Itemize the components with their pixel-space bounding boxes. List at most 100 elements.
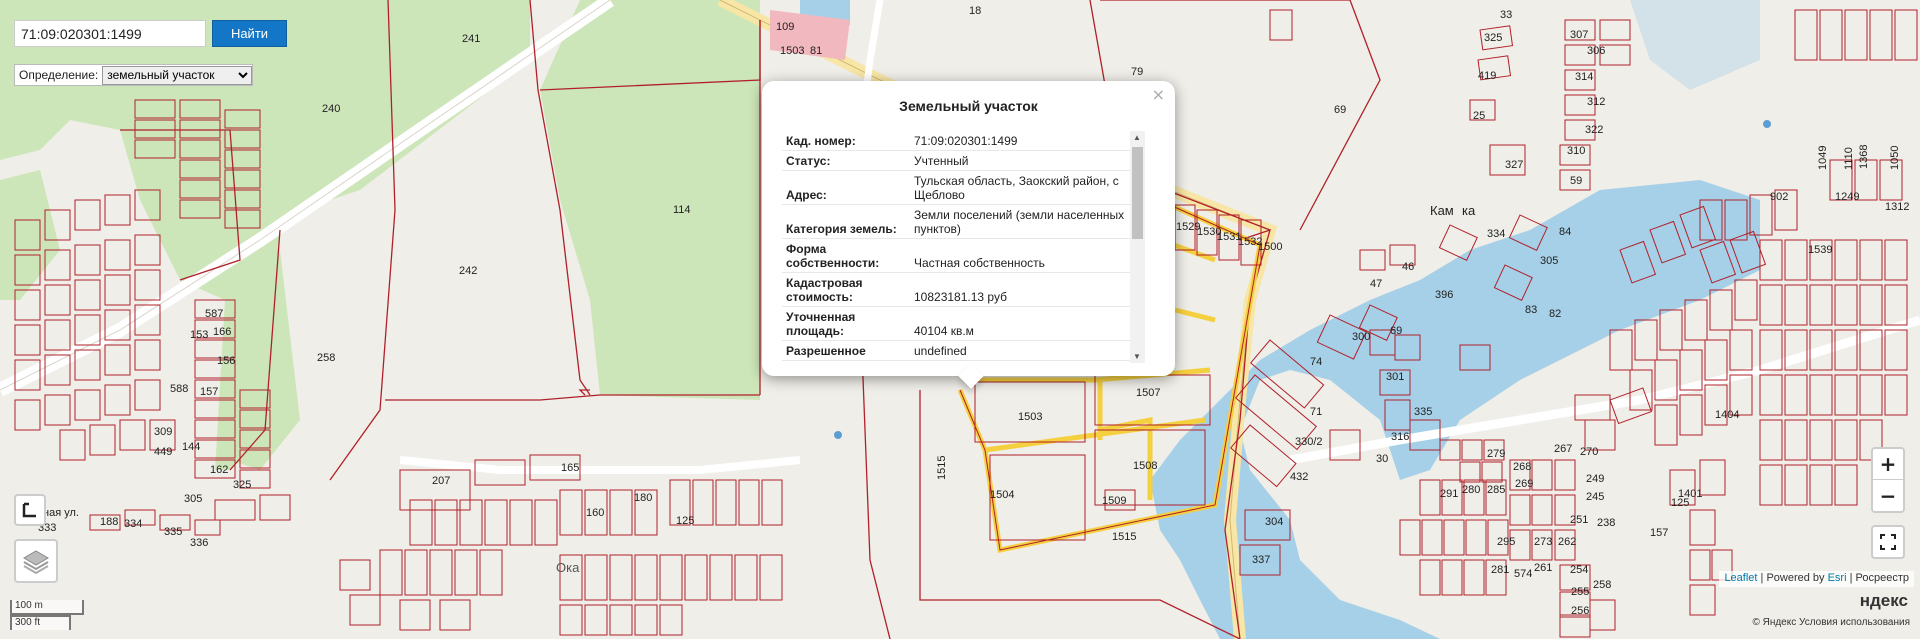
parcel-label: 588 xyxy=(170,383,188,395)
parcel-label: 156 xyxy=(217,355,235,367)
row-key: Кадастровая стоимость: xyxy=(782,272,910,307)
scroll-thumb[interactable] xyxy=(1132,147,1143,239)
parcel-label: 291 xyxy=(1440,488,1458,500)
definition-selector: Определение: земельный участок xyxy=(14,64,254,86)
parcel-label: 273 xyxy=(1534,536,1552,548)
parcel-label: 1503 xyxy=(780,45,804,57)
map-attribution: Leaflet | Powered by Esri | Росреестр xyxy=(1719,571,1914,587)
row-key: Адрес: xyxy=(782,170,910,205)
parcel-label: 335 xyxy=(164,526,182,538)
popup-scrollbar[interactable]: ▲ ▼ xyxy=(1130,131,1145,363)
parcel-label: 245 xyxy=(1586,491,1604,503)
parcel-label: 574 xyxy=(1514,568,1532,580)
cadastral-search-input[interactable] xyxy=(14,20,206,47)
table-row: Категория земель: Земли поселений (земли … xyxy=(782,204,1131,239)
row-value: 40104 кв.м xyxy=(910,306,1131,341)
parcel-label: 238 xyxy=(1597,517,1615,529)
yandex-logo: ндекс xyxy=(1859,591,1908,610)
parcel-label: 316 xyxy=(1391,431,1409,443)
parcel-label: 144 xyxy=(182,441,200,453)
parcel-popup: × Земельный участок Кад. номер: 71:09:020… xyxy=(762,81,1175,389)
parcel-label: 71 xyxy=(1310,406,1322,418)
scroll-down-icon[interactable]: ▼ xyxy=(1133,352,1141,361)
parcel-label: 280 xyxy=(1462,484,1480,496)
parcel-label: 256 xyxy=(1571,605,1589,617)
parcel-label: 1504 xyxy=(990,489,1014,501)
parcel-label: 125 xyxy=(676,515,694,527)
parcel-label: 47 xyxy=(1370,278,1382,290)
row-key: Кад. номер: xyxy=(782,131,910,151)
parcel-label: 1539 xyxy=(1808,244,1832,256)
row-key: Уточненная площадь: xyxy=(782,306,910,341)
row-key: Разрешенное xyxy=(782,340,910,361)
parcel-label: 81 xyxy=(810,45,822,57)
parcel-label: 162 xyxy=(210,464,228,476)
parcel-label: 46 xyxy=(1402,261,1414,273)
scroll-up-icon[interactable]: ▲ xyxy=(1133,133,1141,142)
parcel-label: 1110 xyxy=(1843,147,1855,170)
parcel-label: 325 xyxy=(1484,32,1502,44)
row-key: Категория земель: xyxy=(782,204,910,239)
parcel-label: 1509 xyxy=(1102,495,1126,507)
layers-icon[interactable] xyxy=(14,539,58,583)
parcel-label: 255 xyxy=(1571,586,1589,598)
parcel-label: 79 xyxy=(1131,66,1143,78)
parcel-label: 1404 xyxy=(1715,409,1739,421)
place-label: Ока xyxy=(556,560,580,575)
esri-link[interactable]: Esri xyxy=(1828,572,1847,584)
leaflet-link[interactable]: Leaflet xyxy=(1724,572,1757,584)
parcel-label: 1515 xyxy=(936,456,948,480)
square-draw-icon[interactable] xyxy=(14,494,46,526)
parcel-label: 305 xyxy=(1540,255,1558,267)
scale-imperial: 300 ft xyxy=(10,615,71,630)
fullscreen-icon[interactable] xyxy=(1871,525,1905,559)
parcel-label: 25 xyxy=(1473,110,1485,122)
parcel-label: 330/2 xyxy=(1295,436,1323,448)
parcel-label: 1312 xyxy=(1885,201,1909,213)
parcel-label: 83 xyxy=(1525,304,1537,316)
parcel-label: 207 xyxy=(432,475,450,487)
attribution-text: | Powered by xyxy=(1757,572,1828,584)
parcel-label: 153 xyxy=(190,329,208,341)
search-bar: Найти xyxy=(14,20,287,47)
table-row: Кад. номер: 71:09:020301:1499 xyxy=(782,131,1131,151)
parcel-label: 157 xyxy=(200,386,218,398)
parcel-label: 325 xyxy=(233,479,251,491)
parcel-label: 261 xyxy=(1534,562,1552,574)
table-row: Разрешенное undefined xyxy=(782,340,1131,361)
parcel-label: 449 xyxy=(154,446,172,458)
popup-content[interactable]: Кад. номер: 71:09:020301:1499 Статус: Учте… xyxy=(782,131,1146,363)
parcel-label: 295 xyxy=(1497,536,1515,548)
parcel-label: 300 xyxy=(1352,331,1370,343)
parcel-label: 18 xyxy=(969,5,981,17)
parcel-label: 336 xyxy=(190,537,208,549)
parcel-label: 262 xyxy=(1558,536,1576,548)
parcel-label: 30 xyxy=(1376,453,1388,465)
parcel-label: 268 xyxy=(1513,461,1531,473)
parcel-label: 33 xyxy=(1500,9,1512,21)
parcel-label: 165 xyxy=(561,462,579,474)
parcel-label: 180 xyxy=(634,492,652,504)
parcel-label: 335 xyxy=(1414,406,1432,418)
row-value: 10823181.13 руб xyxy=(910,272,1131,307)
parcel-label: 258 xyxy=(317,352,335,364)
table-row: Уточненная площадь: 40104 кв.м xyxy=(782,306,1131,341)
find-button[interactable]: Найти xyxy=(212,20,287,47)
zoom-out-button[interactable]: − xyxy=(1873,480,1903,511)
parcel-label: 1507 xyxy=(1136,387,1160,399)
attribution-text: | Росреестр xyxy=(1846,572,1909,584)
parcel-label: 902 xyxy=(1770,191,1788,203)
parcel-label: 249 xyxy=(1586,473,1604,485)
parcel-label: 279 xyxy=(1487,448,1505,460)
parcel-label: 1401 xyxy=(1678,488,1702,500)
parcel-label: 334 xyxy=(124,518,142,530)
yandex-terms-link[interactable]: © Яндекс Условия использования xyxy=(1752,617,1910,628)
place-label: ка xyxy=(1462,203,1476,218)
table-row: Адрес: Тульская область, Заокский район, … xyxy=(782,170,1131,205)
scale-metric: 100 m xyxy=(10,600,84,615)
parcel-label: 1049 xyxy=(1817,146,1829,170)
definition-select[interactable]: земельный участок xyxy=(102,65,253,85)
popup-title: Земельный участок xyxy=(899,98,1038,114)
zoom-in-button[interactable]: + xyxy=(1873,449,1903,480)
parcel-label: 1249 xyxy=(1835,191,1859,203)
